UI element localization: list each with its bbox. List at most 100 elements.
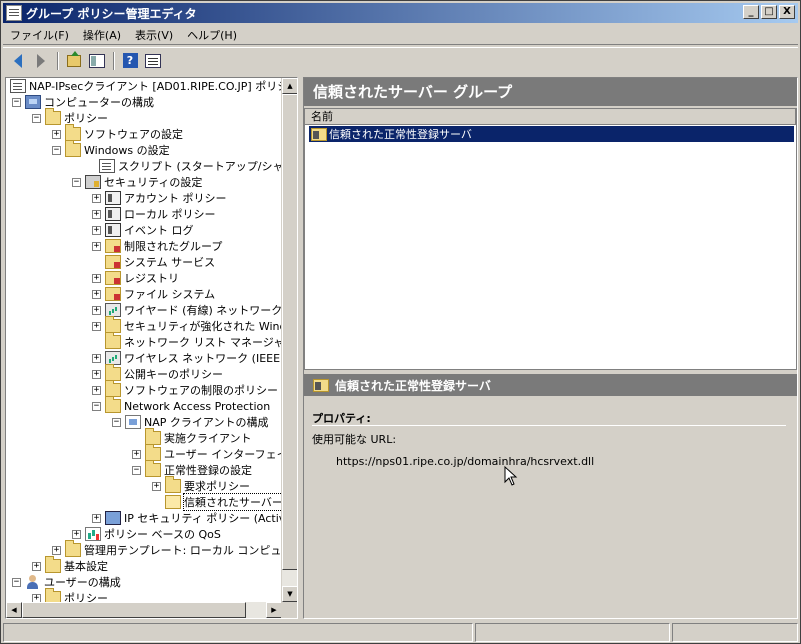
tree-item-label: Network Access Protection	[124, 399, 271, 413]
security-settings-icon	[85, 175, 101, 189]
expand-icon[interactable]: +	[92, 289, 101, 299]
tree-item[interactable]: + ファイル システム	[92, 286, 215, 302]
scroll-down-button[interactable]: ▼	[282, 586, 297, 602]
collapse-icon[interactable]: −	[132, 465, 141, 475]
expand-icon[interactable]: +	[92, 353, 101, 363]
book-icon	[105, 207, 121, 221]
tree-item-label: ポリシー ベースの QoS	[104, 528, 221, 541]
tree-item[interactable]: + 管理用テンプレート: ローカル コンピューターから	[52, 540, 282, 558]
folder-icon	[65, 124, 81, 141]
expand-icon[interactable]: +	[52, 545, 61, 555]
tree-item[interactable]: NAP-IPsecクライアント [AD01.RIPE.CO.JP] ポリシー	[10, 78, 282, 94]
tree-item[interactable]: − NAP クライアントの構成	[112, 414, 268, 430]
column-name[interactable]: 名前	[305, 109, 796, 125]
collapse-icon[interactable]: −	[12, 577, 21, 587]
tree-item[interactable]: + ワイヤード (有線) ネットワーク (IEEE 802.3)	[92, 302, 282, 318]
collapse-icon[interactable]: −	[52, 145, 61, 155]
forward-button[interactable]	[30, 50, 52, 72]
collapse-icon[interactable]: −	[72, 177, 81, 187]
tree-item[interactable]: + レジストリ	[92, 270, 179, 286]
tree-item[interactable]: + アカウント ポリシー	[92, 190, 227, 206]
expand-icon[interactable]: +	[92, 321, 101, 331]
tree-item[interactable]: + ソフトウェアの制限のポリシー	[92, 380, 278, 398]
scroll-up-button[interactable]: ▲	[282, 78, 297, 94]
expand-icon[interactable]: +	[92, 241, 101, 251]
expand-icon[interactable]: +	[92, 225, 101, 235]
scroll-corner	[281, 602, 297, 618]
expand-icon[interactable]: +	[52, 129, 61, 139]
expand-icon[interactable]: +	[92, 385, 101, 395]
menu-view[interactable]: 表示(V)	[128, 25, 180, 45]
back-button[interactable]	[7, 50, 29, 72]
close-button[interactable]: X	[779, 5, 795, 19]
collapse-icon[interactable]: −	[92, 401, 101, 411]
folder-icon	[165, 476, 181, 493]
properties-button[interactable]	[142, 50, 164, 72]
tree-item[interactable]: + ポリシー	[32, 588, 108, 602]
collapse-icon[interactable]: −	[12, 97, 21, 107]
scroll-left-button[interactable]: ◀	[6, 602, 22, 618]
detail-panel: プロパティ: 使用可能な URL: https://nps01.ripe.co.…	[304, 398, 797, 618]
expand-icon[interactable]: +	[72, 529, 81, 539]
tree-item[interactable]: + ワイヤレス ネットワーク (IEEE 802.11)	[92, 350, 282, 366]
tree-item[interactable]: − セキュリティの設定	[72, 174, 202, 190]
expand-icon[interactable]: +	[32, 593, 41, 602]
maximize-button[interactable]: □	[761, 5, 777, 19]
tree-item-label: セキュリティの設定	[104, 176, 203, 189]
tree-item[interactable]: − Windows の設定	[52, 140, 170, 158]
expand-icon[interactable]: +	[92, 513, 101, 523]
expand-icon[interactable]: +	[32, 561, 41, 571]
minimize-button[interactable]: _	[743, 5, 759, 19]
show-hide-tree-button[interactable]	[86, 50, 108, 72]
tree-item[interactable]: + IP セキュリティ ポリシー (Active Directory)	[92, 510, 282, 526]
window-controls: _ □ X	[743, 5, 795, 19]
menu-action[interactable]: 操作(A)	[76, 25, 128, 45]
tree-item[interactable]: − Network Access Protection	[92, 396, 271, 414]
expand-icon[interactable]: +	[92, 305, 101, 315]
help-button[interactable]: ?	[119, 50, 141, 72]
tree-item[interactable]: + 要求ポリシー	[152, 476, 250, 494]
expand-icon[interactable]: +	[92, 193, 101, 203]
expand-icon[interactable]: +	[92, 369, 101, 379]
tree-item[interactable]: − コンピューターの構成	[12, 94, 154, 110]
tree-item[interactable]: + ローカル ポリシー	[92, 206, 216, 222]
collapse-icon[interactable]: −	[112, 417, 121, 427]
menu-file[interactable]: ファイル(F)	[3, 25, 76, 45]
expand-icon[interactable]: +	[92, 209, 101, 219]
expand-icon[interactable]: +	[152, 481, 161, 491]
tree-item[interactable]: + イベント ログ	[92, 222, 194, 238]
tree-horizontal-scrollbar[interactable]: ◀ ▶	[6, 602, 282, 618]
expand-icon[interactable]: +	[92, 273, 101, 283]
tree-item[interactable]: + ユーザー インターフェイスの設定	[132, 444, 282, 462]
tree-item-label: Windows の設定	[84, 144, 170, 157]
policy-folder-icon	[105, 239, 121, 253]
policy-folder-icon	[105, 287, 121, 301]
title-bar[interactable]: グループ ポリシー管理エディタ _ □ X	[3, 3, 798, 23]
tree-item[interactable]: + セキュリティが強化された Windows ファイアウォール	[92, 316, 282, 334]
up-one-level-button[interactable]	[63, 50, 85, 72]
tree-item[interactable]: + 基本設定	[32, 556, 108, 574]
tree-vertical-scrollbar[interactable]: ▲ ▼	[281, 78, 297, 602]
tree-item[interactable]: + 制限されたグループ	[92, 238, 222, 254]
folder-icon	[45, 556, 61, 573]
tree-item[interactable]: − 正常性登録の設定	[132, 460, 252, 478]
tree-item[interactable]: 信頼されたサーバー グループ	[152, 493, 282, 511]
menu-help[interactable]: ヘルプ(H)	[180, 25, 244, 45]
expand-icon[interactable]: +	[132, 449, 141, 459]
url-value: https://nps01.ripe.co.jp/domainhra/hcsrv…	[336, 455, 595, 468]
scroll-right-button[interactable]: ▶	[266, 602, 282, 618]
book-icon	[105, 191, 121, 205]
scroll-thumb[interactable]	[282, 94, 297, 570]
tree-item[interactable]: システム サービス	[92, 254, 215, 270]
tree-item[interactable]: スクリプト (スタートアップ/シャットダウン)	[86, 158, 282, 174]
hscroll-thumb[interactable]	[22, 602, 246, 618]
list-item[interactable]: 信頼された正常性登録サーバ	[309, 126, 794, 142]
collapse-icon[interactable]: −	[32, 113, 41, 123]
tree-item[interactable]: ネットワーク リスト マネージャ ポリシー	[92, 332, 282, 350]
tree-item[interactable]: + ポリシー ベースの QoS	[72, 526, 221, 542]
tree-item[interactable]: − ユーザーの構成	[12, 574, 121, 590]
details-pane: 信頼されたサーバー グループ 名前 信頼された正常性登録サーバ 信頼された正常性…	[303, 77, 798, 619]
properties-label: プロパティ:	[312, 412, 371, 425]
